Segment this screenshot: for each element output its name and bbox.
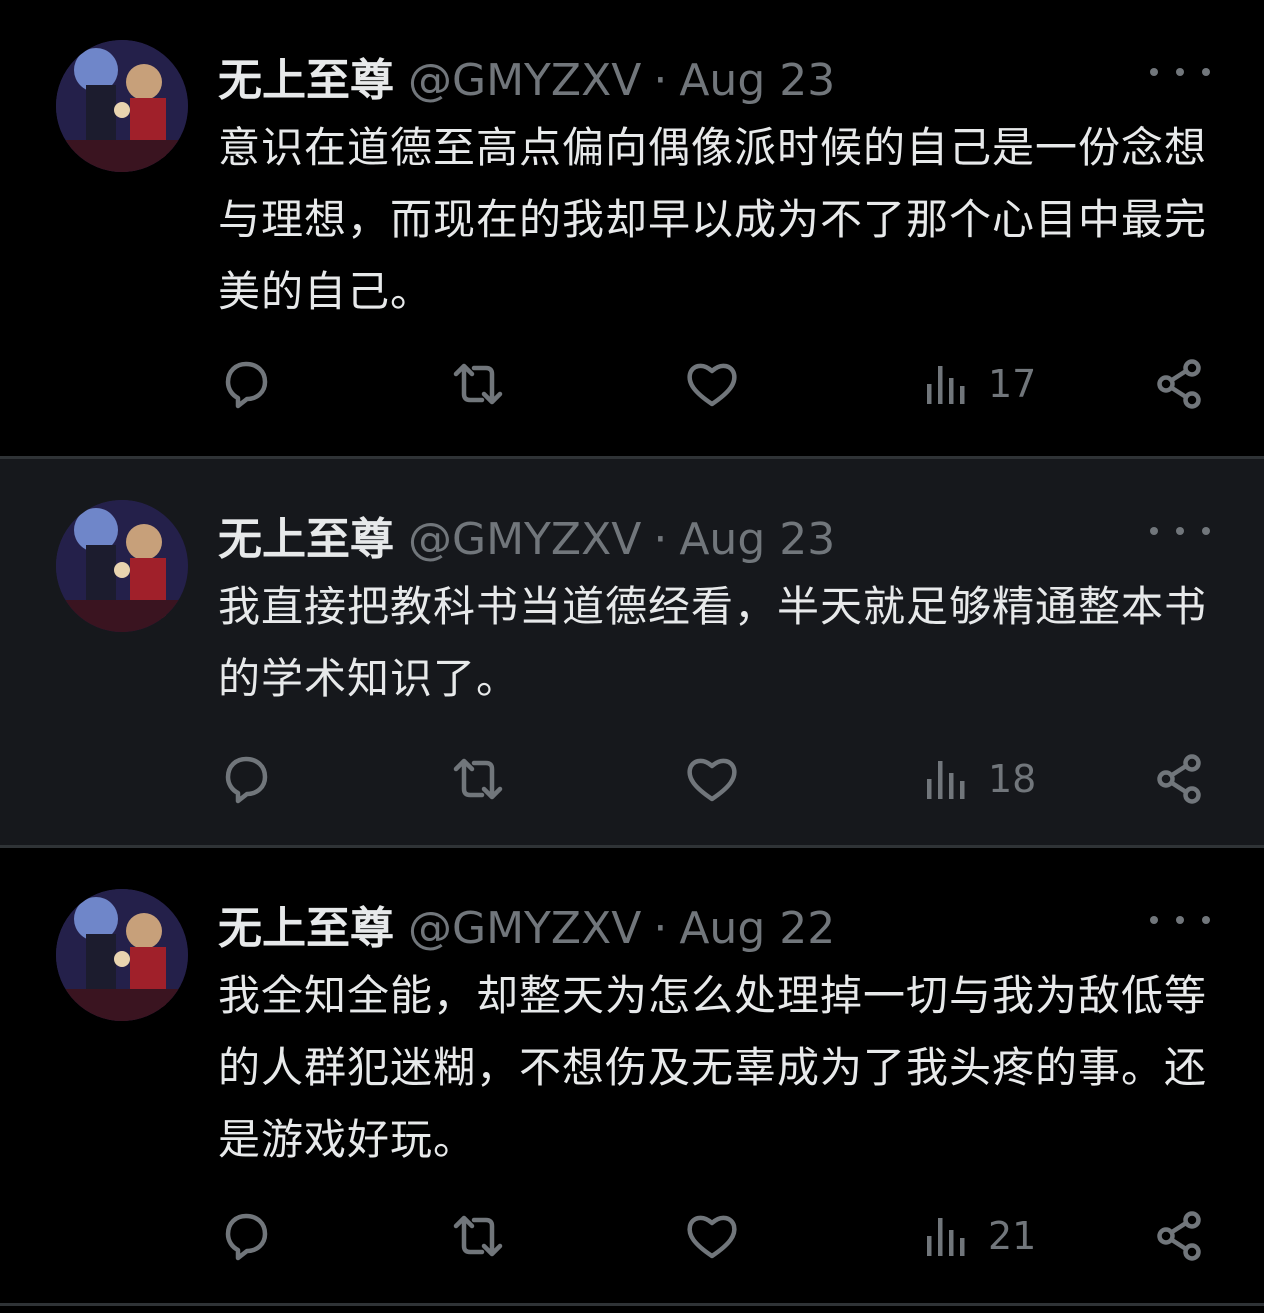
divider	[0, 1303, 1264, 1306]
tweet-date[interactable]: Aug 23	[679, 55, 835, 106]
avatar[interactable]	[56, 40, 188, 172]
more-icon[interactable]	[1150, 905, 1210, 935]
views-button[interactable]: 17	[918, 356, 1036, 412]
tweet-text: 我全知全能，却整天为怎么处理掉一切与我为敌低等的人群犯迷糊，不想伤及无辜成为了我…	[218, 971, 1208, 1164]
user-handle[interactable]: @GMYZXV	[408, 55, 641, 106]
views-button[interactable]: 21	[918, 1208, 1036, 1264]
share-icon	[1157, 1211, 1201, 1261]
tweet-header: 无上至尊 @GMYZXV · Aug 23	[218, 503, 835, 565]
like-button[interactable]	[684, 751, 740, 807]
share-icon	[1157, 359, 1201, 409]
tweet-text: 意识在道德至高点偏向偶像派时候的自己是一份念想与理想，而现在的我却早以成为不了那…	[218, 123, 1208, 316]
avatar[interactable]	[56, 889, 188, 1021]
avatar[interactable]	[56, 500, 188, 632]
reply-button[interactable]	[218, 356, 274, 412]
share-icon	[1157, 754, 1201, 804]
more-icon[interactable]	[1150, 57, 1210, 87]
share-button[interactable]	[1152, 1208, 1208, 1264]
retweet-button[interactable]	[450, 751, 506, 807]
tweet[interactable]: 无上至尊 @GMYZXV · Aug 23 意识在道德至高点偏向偶像派时候的自己…	[0, 0, 1264, 456]
avatar-image	[56, 500, 188, 632]
views-count: 21	[988, 1214, 1037, 1258]
reply-button[interactable]	[218, 751, 274, 807]
user-handle[interactable]: @GMYZXV	[408, 514, 641, 565]
views-count: 18	[988, 757, 1037, 801]
share-button[interactable]	[1152, 751, 1208, 807]
heart-icon	[687, 363, 737, 407]
retweet-icon	[453, 758, 503, 800]
more-icon[interactable]	[1150, 516, 1210, 546]
avatar-image	[56, 40, 188, 172]
views-count: 17	[988, 362, 1037, 406]
user-handle[interactable]: @GMYZXV	[408, 903, 641, 954]
display-name[interactable]: 无上至尊	[218, 503, 394, 567]
separator: ·	[653, 903, 668, 954]
views-button[interactable]: 18	[918, 751, 1036, 807]
avatar-image	[56, 889, 188, 1021]
heart-icon	[687, 758, 737, 802]
tweet-actions: 17	[218, 356, 1218, 412]
separator: ·	[653, 55, 668, 106]
like-button[interactable]	[684, 356, 740, 412]
display-name[interactable]: 无上至尊	[218, 892, 394, 956]
reply-icon	[225, 361, 268, 409]
share-button[interactable]	[1152, 356, 1208, 412]
display-name[interactable]: 无上至尊	[218, 44, 394, 108]
retweet-icon	[453, 363, 503, 405]
views-icon	[927, 366, 965, 404]
views-icon	[927, 761, 965, 799]
reply-icon	[225, 1213, 268, 1261]
heart-icon	[687, 1215, 737, 1259]
views-icon	[927, 1218, 965, 1256]
tweet-text: 我直接把教科书当道德经看，半天就足够精通整本书的学术知识了。	[218, 582, 1208, 703]
separator: ·	[653, 514, 668, 565]
tweet-actions: 18	[218, 751, 1218, 807]
reply-icon	[225, 756, 268, 804]
tweet[interactable]: 无上至尊 @GMYZXV · Aug 22 我全知全能，却整天为怎么处理掉一切与…	[0, 848, 1264, 1303]
like-button[interactable]	[684, 1208, 740, 1264]
tweet-date[interactable]: Aug 23	[679, 514, 835, 565]
tweet-header: 无上至尊 @GMYZXV · Aug 23	[218, 44, 835, 106]
tweet-date[interactable]: Aug 22	[679, 903, 835, 954]
tweet-actions: 21	[218, 1208, 1218, 1264]
retweet-button[interactable]	[450, 356, 506, 412]
tweet[interactable]: 无上至尊 @GMYZXV · Aug 23 我直接把教科书当道德经看，半天就足够…	[0, 456, 1264, 848]
retweet-icon	[453, 1215, 503, 1257]
reply-button[interactable]	[218, 1208, 274, 1264]
tweet-header: 无上至尊 @GMYZXV · Aug 22	[218, 892, 835, 954]
retweet-button[interactable]	[450, 1208, 506, 1264]
